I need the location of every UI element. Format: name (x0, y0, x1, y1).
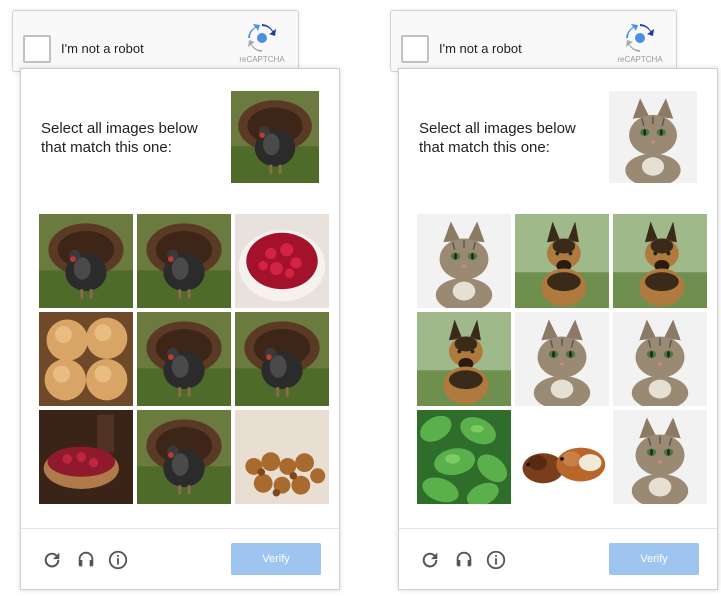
recaptcha-logo: reCAPTCHA (232, 23, 292, 64)
info-icon[interactable] (107, 549, 129, 571)
verify-button[interactable]: Verify (609, 543, 699, 575)
image-tile-turkey[interactable] (39, 214, 133, 308)
info-icon[interactable] (485, 549, 507, 571)
challenge-prompt: Select all images below that match this … (41, 120, 198, 156)
challenge-prompt: Select all images below that match this … (419, 120, 576, 156)
not-robot-bar: I'm not a robot reCAPTCHA (12, 10, 299, 72)
image-tile-leaves[interactable] (417, 410, 511, 504)
reload-icon[interactable] (419, 549, 441, 571)
recaptcha-widget: I'm not a robot reCAPTCHA Select all ima… (390, 10, 720, 590)
image-tile-guinea-pigs[interactable] (515, 410, 609, 504)
image-tile-dog[interactable] (515, 214, 609, 308)
audio-icon[interactable] (75, 549, 97, 571)
image-tile-cat[interactable] (613, 312, 707, 406)
image-tile-cat[interactable] (417, 214, 511, 308)
sample-image-turkey (231, 91, 319, 183)
not-robot-label: I'm not a robot (61, 41, 144, 56)
not-robot-checkbox[interactable] (401, 35, 429, 63)
image-tile-cranberry-sauce[interactable] (235, 214, 329, 308)
image-grid (417, 214, 707, 504)
not-robot-checkbox[interactable] (23, 35, 51, 63)
image-tile-cat[interactable] (515, 312, 609, 406)
image-challenge-panel: Select all images below that match this … (398, 68, 718, 590)
sample-image-cat (609, 91, 697, 183)
recaptcha-brand-text: reCAPTCHA (239, 55, 285, 64)
recaptcha-logo: reCAPTCHA (610, 23, 670, 64)
recaptcha-arrows-icon (232, 23, 292, 53)
image-tile-stuffing[interactable] (235, 410, 329, 504)
image-tile-cat[interactable] (613, 410, 707, 504)
audio-icon[interactable] (453, 549, 475, 571)
not-robot-bar: I'm not a robot reCAPTCHA (390, 10, 677, 72)
verify-button[interactable]: Verify (231, 543, 321, 575)
image-tile-dinner-rolls[interactable] (39, 312, 133, 406)
image-tile-dog[interactable] (417, 312, 511, 406)
recaptcha-arrows-icon (610, 23, 670, 53)
recaptcha-brand-text: reCAPTCHA (617, 55, 663, 64)
challenge-footer: Verify (21, 528, 339, 589)
image-challenge-panel: Select all images below that match this … (20, 68, 340, 590)
image-tile-turkey[interactable] (137, 410, 231, 504)
challenge-footer: Verify (399, 528, 717, 589)
image-tile-cranberry-dish[interactable] (39, 410, 133, 504)
recaptcha-widget: I'm not a robot reCAPTCHA Select all ima… (12, 10, 342, 590)
image-tile-turkey[interactable] (137, 312, 231, 406)
image-tile-turkey[interactable] (235, 312, 329, 406)
reload-icon[interactable] (41, 549, 63, 571)
image-tile-turkey[interactable] (137, 214, 231, 308)
not-robot-label: I'm not a robot (439, 41, 522, 56)
image-grid (39, 214, 329, 504)
image-tile-dog[interactable] (613, 214, 707, 308)
